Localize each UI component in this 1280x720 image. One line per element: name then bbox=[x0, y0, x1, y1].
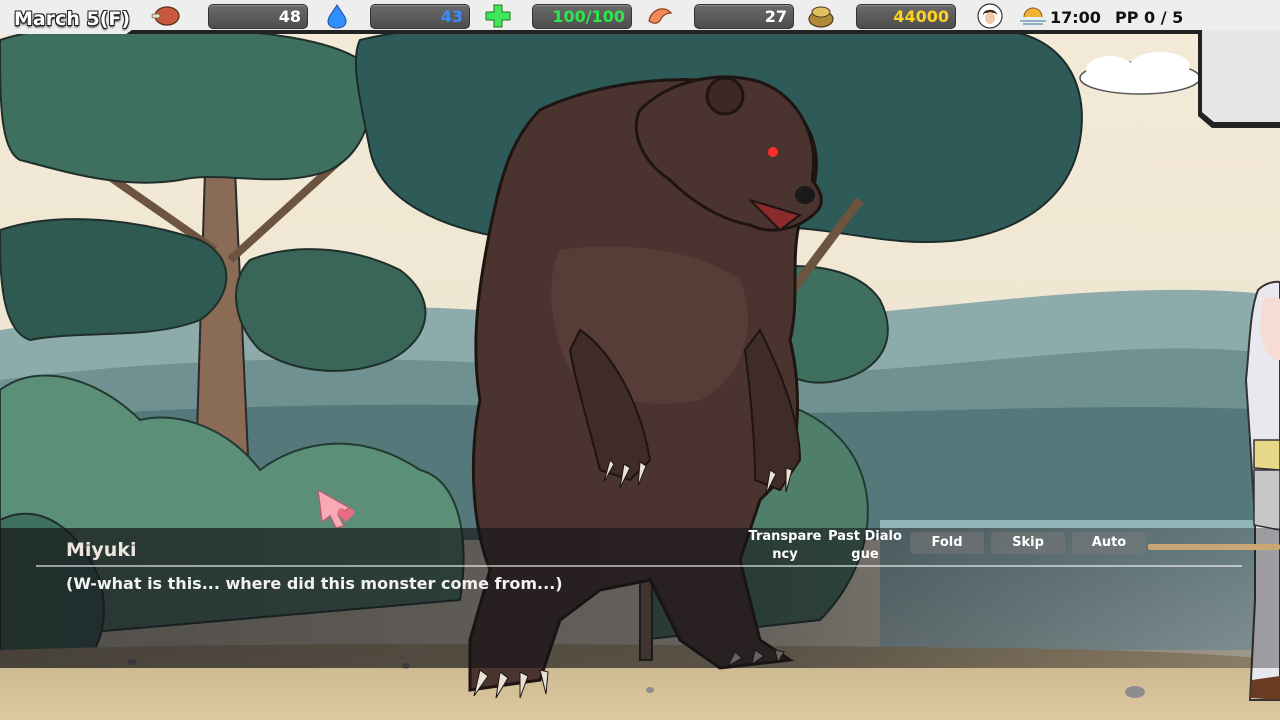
thirst-bar: 43 bbox=[370, 4, 470, 29]
money-bar: 44000 bbox=[856, 4, 956, 29]
dialogue-text: (W-what is this... where did this monste… bbox=[66, 574, 563, 593]
shrimp-value: 27 bbox=[764, 7, 787, 26]
health-bar: 100/100 bbox=[532, 4, 632, 29]
speaker-name: Miyuki bbox=[66, 539, 137, 561]
hunger-value: 48 bbox=[278, 7, 301, 26]
health-cross-icon bbox=[485, 4, 511, 28]
thirst-value: 43 bbox=[440, 7, 463, 26]
cloud bbox=[1079, 52, 1201, 95]
shrimp-bar: 27 bbox=[694, 4, 794, 29]
water-drop-icon bbox=[327, 4, 347, 29]
auto-button[interactable]: Auto bbox=[1072, 532, 1146, 554]
dialogue-box[interactable]: Miyuki (W-what is this... where did this… bbox=[0, 528, 1280, 668]
protagonist-portrait-icon[interactable] bbox=[977, 3, 1003, 29]
health-value: 100/100 bbox=[552, 7, 625, 26]
hunger-bar: 48 bbox=[208, 4, 308, 29]
money-pouch-icon bbox=[808, 6, 834, 28]
meat-icon bbox=[151, 6, 180, 26]
corner-frame bbox=[1198, 30, 1280, 128]
pp-counter: PP 0 / 5 bbox=[1115, 8, 1184, 27]
time-label: 17:00 bbox=[1050, 8, 1101, 27]
shrimp-icon bbox=[648, 8, 673, 24]
controls-strip bbox=[1148, 544, 1280, 550]
status-hud: March 5(F) 48 43 100/100 27 44000 17:00 … bbox=[0, 0, 1280, 34]
sunset-icon bbox=[1020, 7, 1046, 27]
speaker-divider bbox=[36, 565, 1242, 567]
date-label: March 5(F) bbox=[14, 8, 131, 30]
fold-button[interactable]: Fold bbox=[910, 532, 984, 554]
transparency-button[interactable]: Transpare ncy bbox=[748, 528, 822, 562]
money-value: 44000 bbox=[893, 7, 949, 26]
skip-button[interactable]: Skip bbox=[991, 532, 1065, 554]
past-dialogue-button[interactable]: Past Dialo gue bbox=[828, 528, 902, 562]
